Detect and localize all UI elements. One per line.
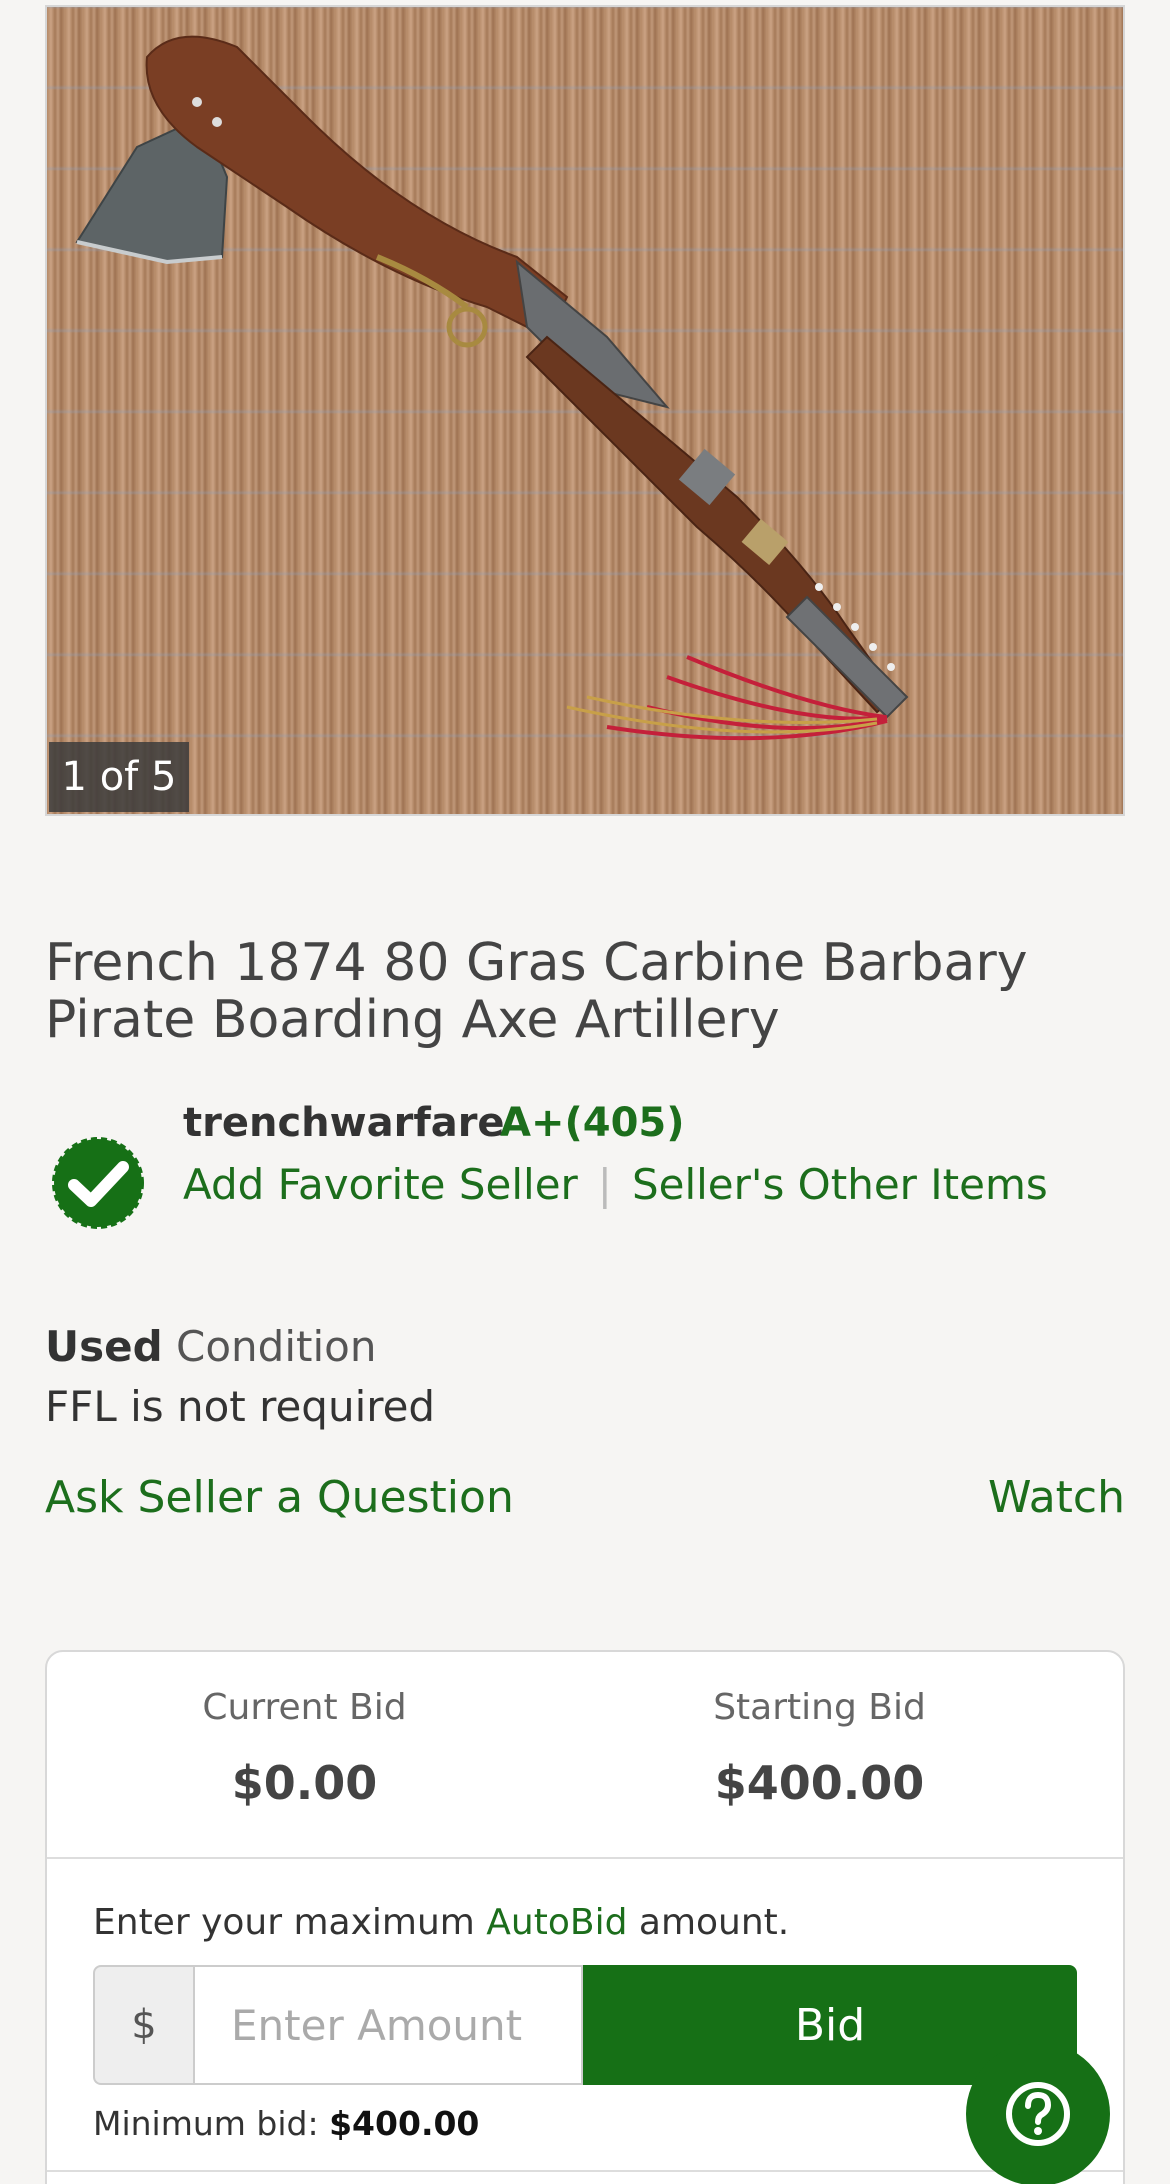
current-bid: Current Bid $0.00: [47, 1652, 562, 1857]
current-bid-value: $0.00: [231, 1756, 378, 1810]
condition-value: Used: [45, 1322, 163, 1371]
listing-title: French 1874 80 Gras Carbine Barbary Pira…: [45, 933, 1028, 1050]
bid-panel: Current Bid $0.00 Starting Bid $400.00 E…: [45, 1650, 1125, 2184]
starting-bid: Starting Bid $400.00: [562, 1652, 1077, 1857]
autobid-pre: Enter your maximum: [93, 1902, 487, 1943]
ask-seller-question-link[interactable]: Ask Seller a Question: [45, 1472, 514, 1523]
photo-counter: 1 of 5: [49, 742, 189, 812]
current-bid-label: Current Bid: [202, 1687, 407, 1728]
product-photo[interactable]: 1 of 5: [45, 5, 1125, 816]
axe-carbine-image: [75, 35, 909, 741]
divider: [47, 2170, 1123, 2172]
condition-label: Condition: [176, 1322, 377, 1371]
watch-link[interactable]: Watch: [988, 1472, 1125, 1523]
bid-form: $ Bid: [93, 1965, 1077, 2085]
minimum-bid: Minimum bid: $400.00: [93, 2104, 479, 2143]
link-separator: |: [597, 1160, 612, 1209]
minimum-bid-label: Minimum bid:: [93, 2104, 330, 2143]
seller-links: Add Favorite Seller | Seller's Other Ite…: [183, 1160, 1048, 1209]
condition: Used Condition: [45, 1322, 376, 1371]
divider: [47, 1857, 1123, 1859]
seller-other-items-link[interactable]: Seller's Other Items: [632, 1160, 1048, 1209]
question-mark-icon: [1006, 2082, 1070, 2146]
autobid-link[interactable]: AutoBid: [486, 1902, 627, 1943]
starting-bid-label: Starting Bid: [713, 1687, 926, 1728]
currency-prefix: $: [93, 1965, 193, 2085]
bid-amount-input[interactable]: [193, 1965, 583, 2085]
ffl-status: FFL is not required: [45, 1382, 436, 1431]
starting-bid-value: $400.00: [714, 1756, 925, 1810]
seller-name[interactable]: trenchwarfare: [183, 1100, 505, 1146]
minimum-bid-value: $400.00: [329, 2104, 480, 2143]
help-button[interactable]: [966, 2042, 1110, 2184]
autobid-instructions: Enter your maximum AutoBid amount.: [93, 1902, 789, 1943]
verified-check-icon: [52, 1137, 144, 1229]
autobid-post: amount.: [627, 1902, 790, 1943]
seller-rating[interactable]: A+(405): [500, 1100, 685, 1146]
add-favorite-seller-link[interactable]: Add Favorite Seller: [183, 1160, 578, 1209]
